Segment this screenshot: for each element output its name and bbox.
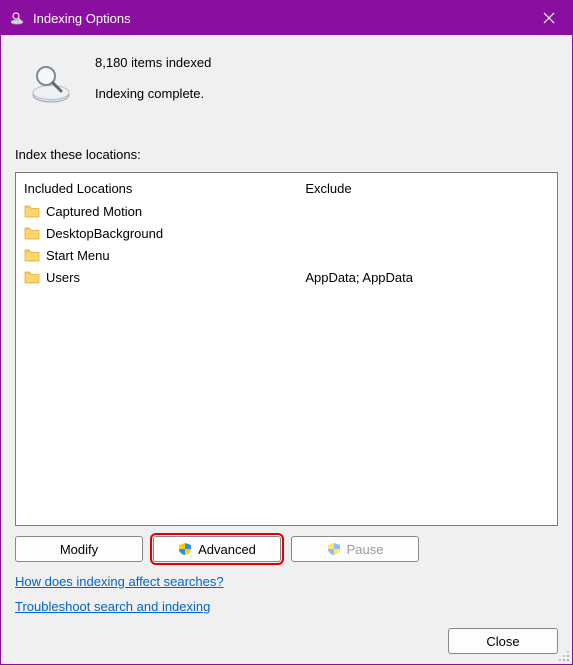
list-item-label: Captured Motion xyxy=(46,204,142,219)
locations-list[interactable]: Included Locations Captured Motion Deskt… xyxy=(15,172,558,526)
button-label: Pause xyxy=(347,542,384,557)
list-item[interactable]: Start Menu xyxy=(24,244,289,266)
exclude-cell xyxy=(305,222,549,244)
exclude-cell xyxy=(305,244,549,266)
list-item-label: DesktopBackground xyxy=(46,226,163,241)
pause-button: Pause xyxy=(291,536,419,562)
uac-shield-icon xyxy=(327,542,341,556)
resize-grip[interactable] xyxy=(558,650,570,662)
app-icon xyxy=(9,10,25,26)
window-title: Indexing Options xyxy=(33,11,526,26)
link-affect-searches[interactable]: How does indexing affect searches? xyxy=(15,574,224,589)
folder-icon xyxy=(24,204,40,218)
uac-shield-icon xyxy=(178,542,192,556)
list-item-label: Start Menu xyxy=(46,248,110,263)
button-label: Modify xyxy=(60,542,98,557)
dialog-body: 8,180 items indexed Indexing complete. I… xyxy=(1,35,572,664)
indexing-options-window: Indexing Options 8,180 items indexed Ind… xyxy=(0,0,573,665)
folder-icon xyxy=(24,270,40,284)
list-item[interactable]: DesktopBackground xyxy=(24,222,289,244)
locations-label: Index these locations: xyxy=(15,147,558,162)
status-area: 8,180 items indexed Indexing complete. xyxy=(15,49,558,107)
advanced-button[interactable]: Advanced xyxy=(153,536,281,562)
window-close-button[interactable] xyxy=(526,1,572,35)
titlebar: Indexing Options xyxy=(1,1,572,35)
indexing-state: Indexing complete. xyxy=(95,86,211,101)
close-icon xyxy=(543,12,555,24)
indexed-count: 8,180 items indexed xyxy=(95,55,211,70)
folder-icon xyxy=(24,226,40,240)
button-label: Close xyxy=(486,634,519,649)
list-item-label: Users xyxy=(46,270,80,285)
list-item[interactable]: Captured Motion xyxy=(24,200,289,222)
list-item[interactable]: Users xyxy=(24,266,289,288)
footer-row: Close xyxy=(15,628,558,654)
button-label: Advanced xyxy=(198,542,256,557)
magnifier-drive-icon xyxy=(27,59,75,107)
help-links: How does indexing affect searches? Troub… xyxy=(15,574,558,624)
folder-icon xyxy=(24,248,40,262)
column-header-exclude[interactable]: Exclude xyxy=(305,179,549,200)
link-troubleshoot[interactable]: Troubleshoot search and indexing xyxy=(15,599,210,614)
close-button[interactable]: Close xyxy=(448,628,558,654)
button-row: Modify Advanced Pause xyxy=(15,536,558,562)
column-header-included[interactable]: Included Locations xyxy=(24,179,289,200)
exclude-cell xyxy=(305,200,549,222)
modify-button[interactable]: Modify xyxy=(15,536,143,562)
exclude-cell: AppData; AppData xyxy=(305,266,549,288)
